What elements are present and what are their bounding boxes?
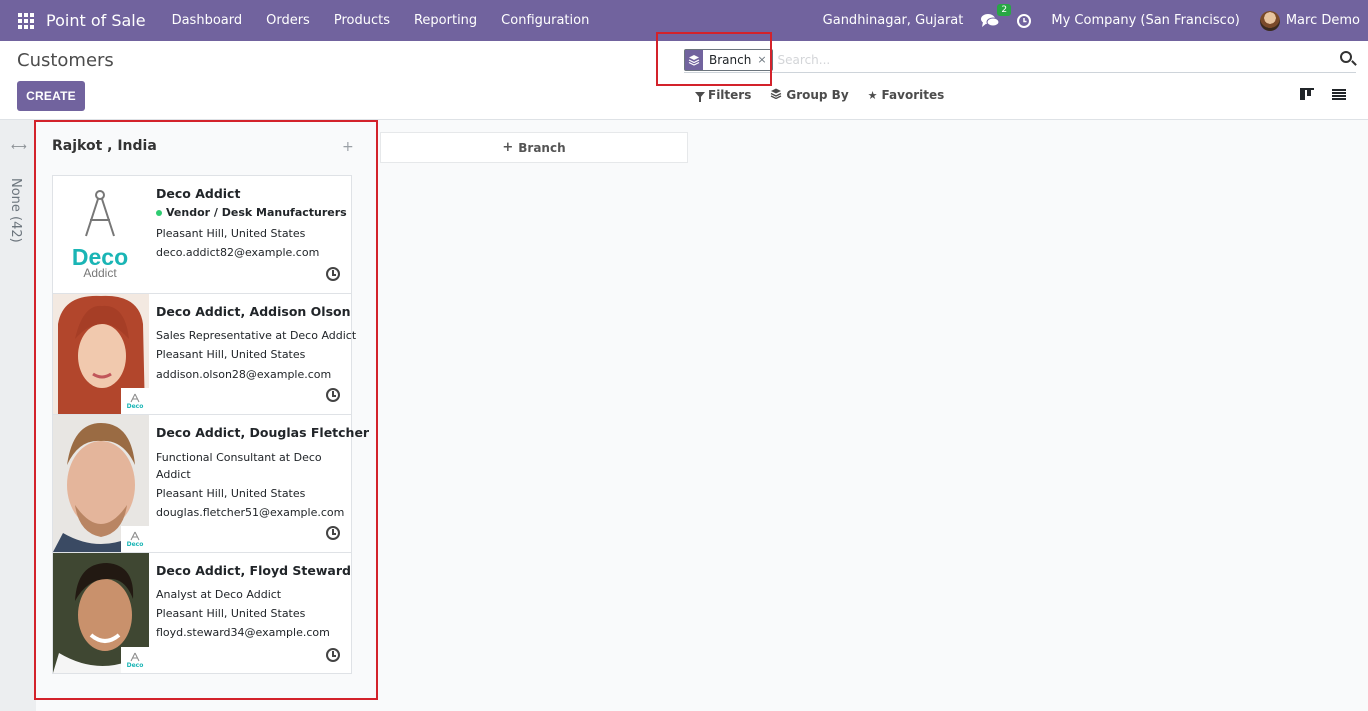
filters-label: Filters: [708, 88, 752, 102]
group-by-toggle[interactable]: Group By: [770, 88, 849, 102]
chat-icon[interactable]: 2: [981, 3, 1012, 29]
menu-products[interactable]: Products: [322, 13, 402, 28]
search-input[interactable]: [777, 52, 1318, 67]
search-bar[interactable]: Branch ×: [684, 47, 1356, 73]
messages-count-badge: 2: [997, 3, 1012, 16]
activity-clock-icon[interactable]: [1017, 13, 1032, 28]
location-selector[interactable]: Gandhinagar, Gujarat: [823, 13, 964, 28]
folded-column-label: None (42): [8, 178, 23, 243]
list-view-icon[interactable]: [1332, 88, 1346, 100]
layers-icon: [770, 88, 782, 102]
search-icon[interactable]: [1340, 51, 1352, 63]
menu-orders[interactable]: Orders: [254, 13, 322, 28]
add-column-label: Branch: [518, 140, 566, 155]
filter-icon: [695, 92, 705, 102]
favorites-label: Favorites: [881, 88, 945, 102]
create-button[interactable]: CREATE: [17, 81, 85, 111]
apps-menu-icon[interactable]: [18, 12, 34, 29]
menu-dashboard[interactable]: Dashboard: [160, 13, 255, 28]
filters-toggle[interactable]: Filters: [695, 88, 751, 102]
user-menu[interactable]: Marc Demo: [1286, 13, 1360, 28]
add-column-button[interactable]: + Branch: [380, 132, 688, 163]
folded-column-none[interactable]: ⟷ None (42): [0, 120, 36, 711]
group-by-label: Group By: [786, 88, 849, 102]
expand-arrows-icon[interactable]: ⟷: [11, 140, 27, 153]
favorites-toggle[interactable]: ★ Favorites: [868, 88, 945, 102]
annotation-highlight-search: [656, 32, 772, 86]
menu-reporting[interactable]: Reporting: [402, 13, 489, 28]
view-switcher: [1300, 88, 1346, 100]
page-title: Customers: [17, 50, 114, 71]
plus-icon: +: [502, 140, 514, 155]
user-avatar[interactable]: [1259, 10, 1280, 31]
company-switcher[interactable]: My Company (San Francisco): [1051, 13, 1239, 28]
app-name[interactable]: Point of Sale: [46, 11, 146, 30]
filters-bar: Filters Group By ★ Favorites: [695, 88, 963, 102]
kanban-view-icon[interactable]: [1300, 88, 1314, 100]
clock-hands-icon: [1023, 17, 1027, 22]
star-icon: ★: [867, 88, 878, 102]
menu-configuration[interactable]: Configuration: [489, 13, 601, 28]
annotation-highlight-column: [34, 120, 378, 700]
